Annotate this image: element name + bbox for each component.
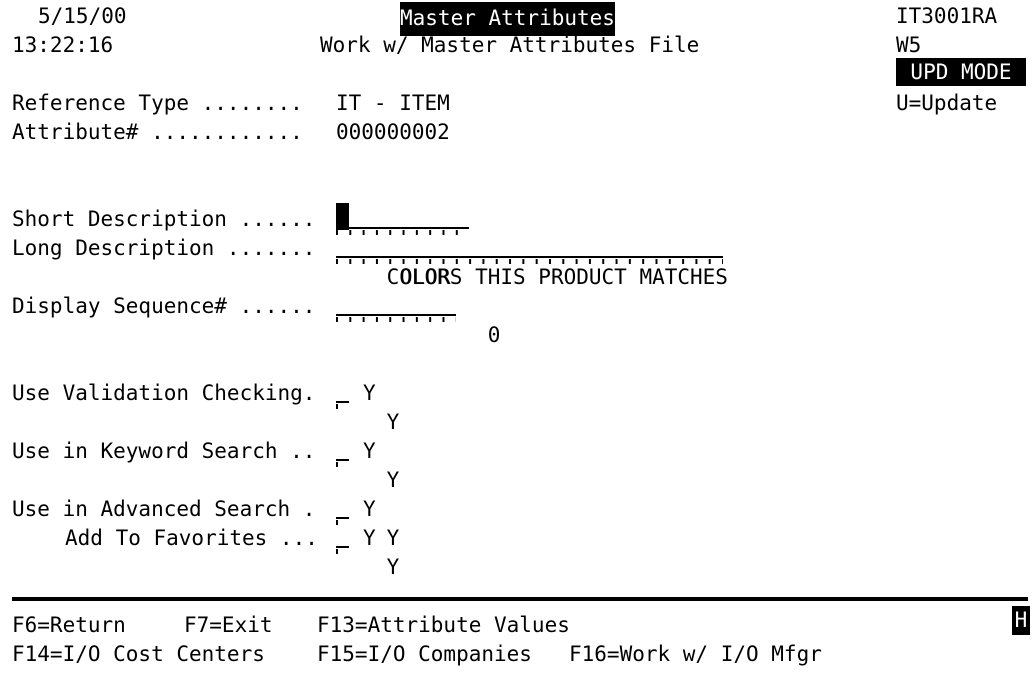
system-date: 5/15/00 <box>38 4 127 28</box>
field-underline <box>336 517 349 519</box>
attribute-number-label: Attribute# ............ <box>12 120 303 144</box>
function-key-f15[interactable]: F15=I/O Companies <box>317 640 532 669</box>
field-underline <box>336 256 723 258</box>
field-position-ticks <box>336 462 349 467</box>
function-key-f13[interactable]: F13=Attribute Values <box>317 611 570 640</box>
use-keyword-search-label: Use in Keyword Search .. <box>12 439 316 463</box>
system-time: 13:22:16 <box>12 33 114 57</box>
long-description-value: COLORS THIS PRODUCT MATCHES <box>386 265 728 289</box>
use-validation-checking-default: Y <box>363 381 376 405</box>
function-key-f14[interactable]: F14=I/O Cost Centers <box>12 640 265 669</box>
function-key-f6[interactable]: F6=Return <box>12 611 126 640</box>
field-underline <box>336 401 349 403</box>
update-mode-badge: UPD MODE <box>896 58 1026 86</box>
mode-legend: U=Update <box>896 91 998 115</box>
add-to-favorites-default: Y <box>363 526 376 550</box>
use-advanced-search-input[interactable]: Y <box>336 495 399 550</box>
short-description-label: Short Description ...... <box>12 207 316 231</box>
field-position-ticks <box>336 404 349 409</box>
program-id: IT3001RA <box>896 4 998 28</box>
display-sequence-value: 0 <box>386 323 501 347</box>
reference-type-label: Reference Type ........ <box>12 91 303 115</box>
use-validation-checking-label: Use Validation Checking. <box>12 381 316 405</box>
use-keyword-search-default: Y <box>363 439 376 463</box>
page-subtitle: Work w/ Master Attributes File <box>320 33 700 57</box>
short-description-input[interactable]: OLOR <box>336 203 469 289</box>
function-key-f16[interactable]: F16=Work w/ I/O Mfgr <box>569 640 822 669</box>
field-underline <box>336 459 349 461</box>
field-position-ticks <box>336 549 349 554</box>
use-advanced-search-label: Use in Advanced Search . <box>12 497 316 521</box>
field-underline <box>336 314 456 316</box>
field-underline <box>336 546 349 548</box>
use-advanced-search-value: Y <box>386 526 400 550</box>
use-keyword-search-value: Y <box>386 468 400 492</box>
add-to-favorites-value: Y <box>386 555 400 579</box>
field-underline <box>336 227 469 229</box>
function-key-f7[interactable]: F7=Exit <box>184 611 273 640</box>
footer-divider <box>12 597 1028 601</box>
status-indicator: H <box>1012 606 1030 635</box>
display-sequence-input[interactable]: 0 <box>336 292 500 347</box>
reference-type-value: IT - ITEM <box>336 91 450 115</box>
display-sequence-label: Display Sequence# ...... <box>12 294 316 318</box>
use-validation-checking-input[interactable]: Y <box>336 379 399 434</box>
text-cursor <box>336 203 349 230</box>
add-to-favorites-label: Add To Favorites ... <box>65 526 318 550</box>
use-advanced-search-default: Y <box>363 497 376 521</box>
workstation-id: W5 <box>896 33 922 57</box>
use-validation-checking-value: Y <box>386 410 400 434</box>
add-to-favorites-input[interactable]: Y <box>336 524 399 579</box>
use-keyword-search-input[interactable]: Y <box>336 437 399 492</box>
attribute-number-value: 000000002 <box>336 120 450 144</box>
terminal-screen: 5/15/00 Master Attributes IT3001RA 13:22… <box>0 0 1033 687</box>
long-description-input[interactable]: COLORS THIS PRODUCT MATCHES <box>336 234 728 289</box>
long-description-label: Long Description ....... <box>12 236 316 260</box>
